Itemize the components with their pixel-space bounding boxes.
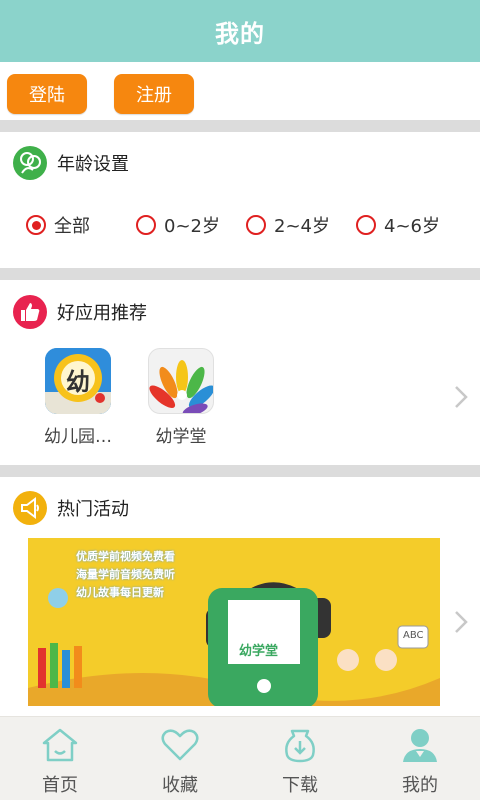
age-radio-group: 全部 0~2岁 2~4岁 4~6岁	[0, 208, 480, 242]
tab-label: 首页	[42, 775, 78, 796]
download-icon	[285, 729, 315, 763]
register-button[interactable]: 注册	[114, 74, 194, 114]
login-button[interactable]: 登陆	[7, 74, 87, 114]
recommend-section-title: 好应用推荐	[57, 303, 147, 324]
chevron-right-icon[interactable]	[454, 610, 468, 634]
app-label: 幼学堂	[155, 427, 207, 447]
header-bar: 我的	[0, 0, 480, 62]
banner-tag: ABC	[403, 630, 424, 641]
user-icon	[403, 729, 437, 762]
radio-button-selected[interactable]	[26, 215, 46, 235]
age-option-0-2[interactable]: 0~2岁	[136, 208, 220, 242]
radio-button[interactable]	[136, 215, 156, 235]
age-section-header: 年龄设置	[0, 143, 480, 183]
megaphone-icon	[13, 491, 47, 525]
tab-downloads[interactable]: 下载	[240, 717, 360, 800]
heart-icon	[161, 729, 199, 761]
divider	[0, 268, 480, 280]
auth-row: 登陆 注册	[0, 62, 480, 120]
recommend-section-header: 好应用推荐	[0, 292, 480, 332]
age-option-label: 4~6岁	[384, 216, 440, 237]
tab-label: 下载	[282, 775, 318, 796]
activity-section-title: 热门活动	[57, 499, 129, 520]
kindergarten-app-icon[interactable]: 幼	[45, 348, 111, 414]
radio-button[interactable]	[246, 215, 266, 235]
thumbs-up-icon	[13, 295, 47, 329]
page-title: 我的	[215, 19, 265, 48]
tab-label: 我的	[402, 775, 438, 796]
divider	[0, 120, 480, 132]
activity-banner[interactable]: 优质学前视频免费看 海量学前音频免费听 幼儿故事每日更新 幼学堂 ABC	[28, 538, 440, 706]
banner-line: 优质学前视频免费看	[76, 550, 175, 563]
banner-line: 海量学前音频免费听	[76, 568, 175, 581]
activity-section-header: 热门活动	[0, 488, 480, 528]
age-option-label: 2~4岁	[274, 216, 330, 237]
banner-line: 幼儿故事每日更新	[76, 586, 164, 599]
tab-favorites[interactable]: 收藏	[120, 717, 240, 800]
banner-text-list: 优质学前视频免费看 海量学前音频免费听 幼儿故事每日更新	[76, 548, 175, 602]
bottom-tab-bar: 首页 收藏 下载 我的	[0, 716, 480, 800]
home-icon	[42, 728, 78, 762]
youxuetang-app-icon[interactable]	[148, 348, 214, 414]
radio-button[interactable]	[356, 215, 376, 235]
banner-brand-text: 幼学堂	[239, 644, 279, 659]
chevron-right-icon[interactable]	[454, 385, 468, 409]
tab-home[interactable]: 首页	[0, 717, 120, 800]
age-option-label: 0~2岁	[164, 216, 220, 237]
divider	[0, 465, 480, 477]
tab-me[interactable]: 我的	[360, 717, 480, 800]
tab-label: 收藏	[162, 775, 198, 796]
kindergarten-app-glyph: 幼	[66, 368, 90, 396]
people-icon	[13, 146, 47, 180]
age-option-2-4[interactable]: 2~4岁	[246, 208, 330, 242]
app-tile-kindergarten[interactable]: 幼 幼儿园…	[38, 348, 118, 447]
app-tile-youxuetang[interactable]: 幼学堂	[141, 348, 221, 447]
age-option-4-6[interactable]: 4~6岁	[356, 208, 440, 242]
age-section-title: 年龄设置	[57, 154, 129, 175]
app-label: 幼儿园…	[44, 427, 112, 447]
age-option-label: 全部	[54, 216, 90, 237]
age-option-all[interactable]: 全部	[26, 208, 90, 242]
